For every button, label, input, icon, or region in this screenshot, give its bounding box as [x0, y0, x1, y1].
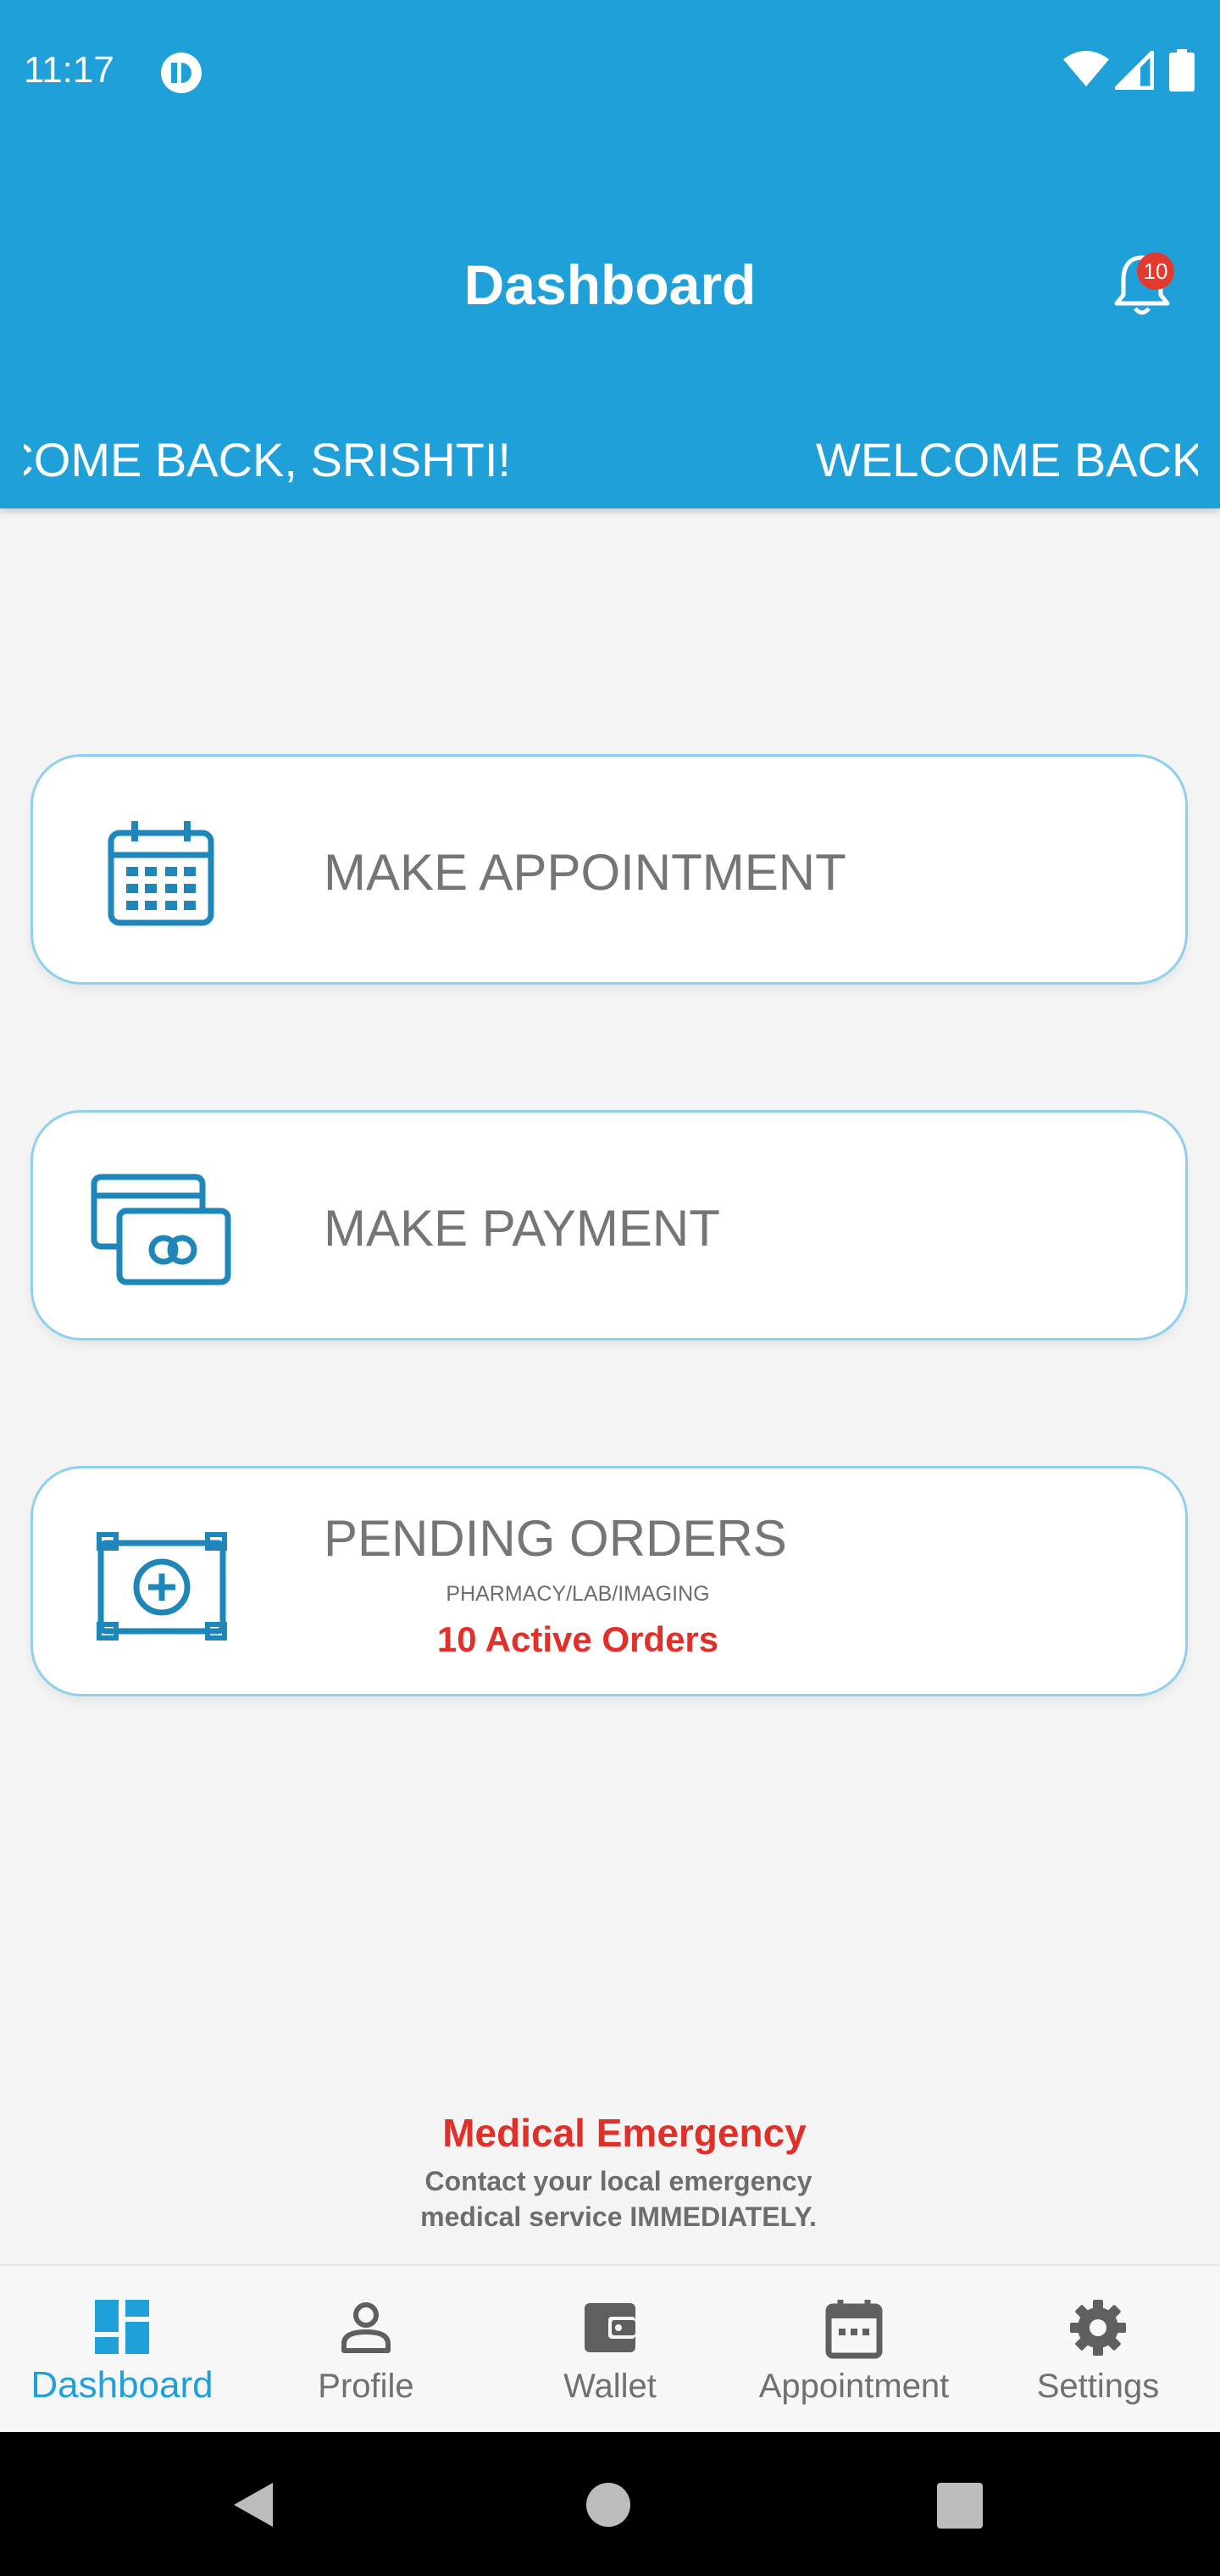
welcome-text-repeat: WELCOME BACK, SRISHTI!: [816, 433, 1198, 486]
battery-icon: [1169, 49, 1195, 92]
home-icon[interactable]: [585, 2481, 632, 2529]
app-notification-icon: [161, 53, 202, 93]
nav-profile-label: Profile: [318, 2368, 414, 2405]
welcome-text: WELCOME BACK, SRISHTI!: [24, 433, 511, 486]
calendar-icon: [108, 821, 214, 926]
make-payment-label: MAKE PAYMENT: [324, 1200, 720, 1257]
medical-kit-icon: [97, 1532, 227, 1641]
notification-badge: 10: [1137, 253, 1174, 290]
active-orders-count: 10 Active Orders: [436, 1619, 719, 1659]
nav-wallet[interactable]: Wallet: [488, 2266, 732, 2434]
make-appointment-card[interactable]: MAKE APPOINTMENT: [30, 754, 1188, 985]
gear-icon: [1070, 2300, 1126, 2356]
system-navigation-bar: [0, 2432, 1220, 2576]
nav-settings[interactable]: Settings: [976, 2266, 1220, 2434]
wallet-icon: [585, 2303, 635, 2352]
wifi-icon: [1063, 51, 1109, 86]
signal-icon: [1115, 51, 1154, 90]
status-time: 11:17: [24, 49, 114, 91]
welcome-marquee: WELCOME BACK, SRISHTI! WELCOME BACK, SRIS…: [24, 432, 1198, 500]
bottom-navigation: Dashboard Profile Wallet Appointment Set…: [0, 2264, 1220, 2434]
payment-cards-icon: [91, 1174, 231, 1285]
make-payment-card[interactable]: MAKE PAYMENT: [30, 1110, 1188, 1341]
pending-orders-label: PENDING ORDERS: [324, 1510, 787, 1567]
person-icon: [341, 2302, 391, 2353]
nav-profile[interactable]: Profile: [244, 2266, 488, 2434]
nav-wallet-label: Wallet: [563, 2368, 657, 2405]
nav-appointment[interactable]: Appointment: [732, 2266, 976, 2434]
dashboard-icon: [95, 2300, 149, 2354]
nav-dashboard-label: Dashboard: [30, 2364, 214, 2406]
nav-dashboard[interactable]: Dashboard: [0, 2266, 244, 2434]
nav-settings-label: Settings: [1036, 2368, 1160, 2405]
pending-orders-card[interactable]: PENDING ORDERS PHARMACY/LAB/IMAGING 10 A…: [30, 1466, 1188, 1696]
app-header: 11:17 Dashboard 10 WELCOME BACK, SRISHTI…: [0, 0, 1220, 508]
emergency-line-2: medical service IMMEDIATELY.: [420, 2201, 817, 2232]
pending-orders-subtitle: PHARMACY/LAB/IMAGING: [446, 1582, 710, 1606]
page-title: Dashboard: [463, 253, 757, 316]
emergency-title: Medical Emergency: [442, 2111, 807, 2155]
calendar-icon: [825, 2300, 883, 2359]
back-icon[interactable]: [229, 2479, 280, 2530]
make-appointment-label: MAKE APPOINTMENT: [324, 844, 846, 901]
nav-appointment-label: Appointment: [758, 2368, 950, 2405]
emergency-line-1: Contact your local emergency: [424, 2166, 812, 2196]
recents-icon[interactable]: [937, 2483, 983, 2529]
